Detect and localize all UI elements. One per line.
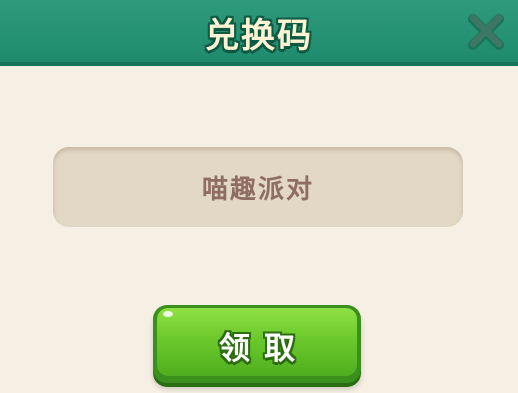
- redeem-code-dialog: 兑换码 喵趣派对 领取: [0, 0, 518, 393]
- close-button[interactable]: [464, 10, 508, 54]
- dialog-title: 兑换码: [205, 16, 313, 56]
- button-shine: [163, 311, 173, 317]
- dialog-header: 兑换码: [0, 0, 518, 66]
- claim-button[interactable]: 领取: [153, 305, 361, 383]
- claim-button-label: 领取: [219, 331, 309, 367]
- close-x-icon: [468, 14, 504, 50]
- redeem-code-input[interactable]: 喵趣派对: [53, 147, 463, 227]
